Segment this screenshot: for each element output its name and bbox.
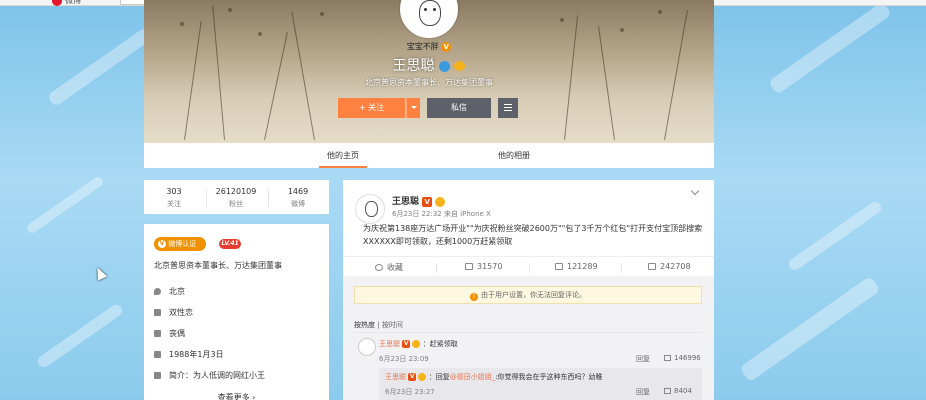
like-button[interactable]: 242708 bbox=[648, 262, 691, 271]
follow-dropdown-button[interactable] bbox=[406, 98, 420, 118]
comment-time: 6月23日 23:09 bbox=[379, 355, 429, 363]
profile-intro: 北京普思资本董事长、万达集团董事 bbox=[154, 261, 282, 270]
vip-crown-icon bbox=[454, 61, 466, 71]
relationship-icon bbox=[154, 330, 161, 337]
profile-tabs: 他的主页 他的相册 bbox=[144, 143, 714, 168]
comment-icon bbox=[555, 263, 563, 270]
mention-link[interactable]: @德田小姐姐_ bbox=[450, 373, 496, 381]
weibo-post-card: 王思聪 V 6月23日 22:32 来自 iPhone X 为庆祝第138座万达… bbox=[343, 180, 714, 400]
verified-v-icon: V bbox=[422, 196, 433, 207]
chevron-down-icon[interactable] bbox=[690, 186, 700, 196]
comment-text: 王思聪 V ：赶紧领取 bbox=[379, 340, 458, 348]
star-icon bbox=[375, 264, 383, 271]
info-orientation: 双性恋 bbox=[154, 307, 193, 318]
comment-avatar[interactable] bbox=[358, 338, 376, 356]
profile-name: 王思聪 bbox=[329, 55, 529, 75]
sort-by-time[interactable]: 按时间 bbox=[382, 321, 403, 329]
post-text: 为庆祝第138座万达广场开业""为庆祝粉丝突破2600万""包了3千万个红包"打… bbox=[363, 224, 703, 246]
repost-button[interactable]: 31570 bbox=[465, 262, 502, 271]
weibo-verify-badge[interactable]: V 微博认证 bbox=[154, 237, 206, 251]
sub-reply-user-link[interactable]: 王思聪 bbox=[385, 373, 406, 381]
info-bio: 简介：为人低调的网红小王 bbox=[154, 370, 265, 381]
sub-reply-like-button[interactable]: 8404 bbox=[664, 387, 692, 395]
comment-button[interactable]: 121289 bbox=[555, 262, 598, 271]
comment-like-button[interactable]: 146996 bbox=[664, 354, 701, 362]
tab-home[interactable]: 他的主页 bbox=[319, 143, 367, 168]
location-icon bbox=[154, 288, 161, 295]
verified-v-icon: V bbox=[402, 340, 411, 348]
favorite-button[interactable]: 收藏 bbox=[375, 262, 403, 273]
sort-by-hot[interactable]: 按热度 bbox=[354, 321, 375, 329]
tab-album[interactable]: 他的相册 bbox=[490, 143, 538, 168]
verified-v-icon: V bbox=[408, 373, 417, 381]
more-menu-button[interactable] bbox=[498, 98, 518, 118]
logo-text: 微博 bbox=[65, 0, 81, 5]
profile-info-panel: V 微博认证 LV.41 北京普思资本董事长、万达集团董事 北京 双性恋 丧偶 … bbox=[144, 224, 329, 400]
message-button[interactable]: 私信 bbox=[427, 98, 491, 118]
comment-section: ! 由于用户设置，你无法回复评论。 按热度 | 按时间 王思聪 V ：赶紧领取 6… bbox=[343, 276, 714, 400]
warning-icon: ! bbox=[470, 293, 478, 301]
thumbs-up-icon bbox=[664, 388, 671, 394]
sub-reply-text: 王思聪 V ：回复@德田小姐姐_:你觉得我会在乎这种东西吗？幼稚 bbox=[385, 373, 603, 381]
comment-restriction-notice: ! 由于用户设置，你无法回复评论。 bbox=[354, 286, 702, 304]
heart-icon bbox=[154, 309, 161, 316]
stat-following[interactable]: 303 关注 bbox=[144, 187, 204, 209]
profile-cover: 宝宝不胖 V 王思聪 北京普思资本董事长、万达集团董事 + 关注 私信 bbox=[144, 0, 714, 143]
sub-reply-button[interactable]: 回复 bbox=[636, 387, 650, 397]
level-badge[interactable]: LV.41 bbox=[219, 239, 241, 249]
vip-crown-icon bbox=[418, 373, 427, 381]
follow-button[interactable]: + 关注 bbox=[338, 98, 405, 118]
avatar-caption: 宝宝不胖 V bbox=[400, 41, 458, 52]
verified-v-icon: V bbox=[441, 41, 452, 52]
thumbs-up-icon bbox=[664, 355, 671, 361]
stat-followers[interactable]: 26120109 粉丝 bbox=[206, 187, 266, 209]
thumbs-up-icon bbox=[648, 263, 656, 270]
intro-icon bbox=[154, 372, 161, 379]
profile-stats: 303 关注 26120109 粉丝 1469 微博 bbox=[144, 180, 329, 214]
birthday-icon bbox=[154, 351, 161, 358]
profile-description: 北京普思资本董事长、万达集团董事 bbox=[365, 78, 493, 87]
info-location: 北京 bbox=[154, 286, 185, 297]
vip-crown-icon bbox=[435, 196, 446, 207]
post-avatar[interactable] bbox=[355, 194, 385, 224]
repost-icon bbox=[465, 263, 473, 270]
sub-reply-time: 6月23日 23:27 bbox=[385, 388, 435, 396]
post-actions: 收藏 31570 121289 242708 bbox=[343, 256, 714, 276]
sub-reply: 王思聪 V ：回复@德田小姐姐_:你觉得我会在乎这种东西吗？幼稚 6月23日 2… bbox=[379, 368, 702, 400]
profile-avatar[interactable] bbox=[400, 0, 458, 38]
info-relationship: 丧偶 bbox=[154, 328, 185, 339]
info-birthday: 1988年1月3日 bbox=[154, 349, 224, 360]
weibo-logo-icon[interactable] bbox=[52, 0, 62, 6]
post-author[interactable]: 王思聪 V bbox=[392, 194, 446, 207]
verified-v-icon: V bbox=[158, 240, 166, 248]
comment-reply-button[interactable]: 回复 bbox=[636, 354, 650, 364]
post-time: 6月23日 22:32 来自 iPhone X bbox=[392, 210, 491, 218]
comment-user-link[interactable]: 王思聪 bbox=[379, 340, 400, 348]
vip-crown-icon bbox=[412, 340, 421, 348]
comment-sort: 按热度 | 按时间 bbox=[354, 321, 403, 329]
stat-posts[interactable]: 1469 微博 bbox=[268, 187, 328, 209]
gender-male-icon bbox=[439, 60, 450, 72]
view-more-link[interactable]: 查看更多 › bbox=[144, 392, 329, 400]
